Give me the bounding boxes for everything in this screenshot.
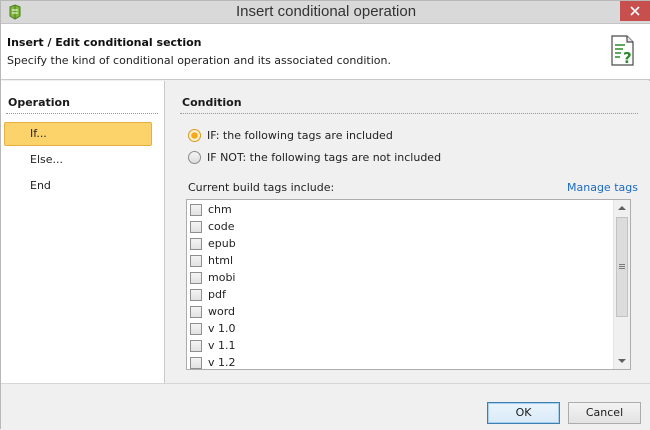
tag-label: chm (208, 203, 232, 216)
tag-checkbox[interactable] (190, 204, 202, 216)
tag-checkbox[interactable] (190, 289, 202, 301)
tag-label: word (208, 305, 236, 318)
conditional-document-icon: ? (608, 34, 638, 68)
tag-checkbox[interactable] (190, 323, 202, 335)
tag-checkbox[interactable] (190, 221, 202, 233)
operation-divider (6, 113, 158, 114)
close-icon (630, 6, 640, 16)
condition-title: Condition (182, 96, 242, 109)
tag-label: mobi (208, 271, 236, 284)
grip-line (619, 266, 625, 267)
tag-label: v 1.2 (208, 356, 236, 369)
tag-list[interactable]: chm code epub html mobi pdf word v 1.0 v… (186, 199, 631, 370)
condition-panel: Condition IF: the following tags are inc… (166, 81, 650, 383)
tag-label: pdf (208, 288, 226, 301)
tag-label: html (208, 254, 234, 267)
tag-label: v 1.0 (208, 322, 236, 335)
grip-line (619, 268, 625, 269)
scroll-up-button[interactable] (614, 200, 630, 216)
condition-divider (180, 113, 638, 114)
window-title: Insert conditional operation (235, 3, 417, 20)
operation-item-if[interactable]: If... (4, 122, 152, 146)
manage-tags-link[interactable]: Manage tags (567, 181, 638, 194)
tag-checkbox[interactable] (190, 306, 202, 318)
radio-if-not-label: IF NOT: the following tags are not inclu… (207, 151, 442, 164)
radio-button[interactable] (188, 151, 201, 164)
scroll-thumb[interactable] (616, 217, 628, 317)
tag-list-scrollbar[interactable] (613, 200, 630, 369)
operation-item-end[interactable]: End (4, 174, 152, 198)
svg-text:?: ? (623, 49, 632, 67)
tag-checkbox[interactable] (190, 238, 202, 250)
header-title: Insert / Edit conditional section (7, 36, 202, 49)
tag-label: epub (208, 237, 236, 250)
grip-line (619, 264, 625, 265)
radio-if-label: IF: the following tags are included (207, 129, 393, 142)
dialog-footer: OK Cancel (1, 383, 650, 430)
dialog-header: Insert / Edit conditional section Specif… (1, 24, 650, 80)
tag-checkbox[interactable] (190, 357, 202, 369)
operation-title: Operation (8, 96, 70, 109)
operation-item-else[interactable]: Else... (4, 148, 152, 172)
build-tags-label: Current build tags include: (188, 181, 335, 194)
ok-button[interactable]: OK (487, 402, 560, 424)
tag-label: v 1.1 (208, 339, 236, 352)
tag-checkbox[interactable] (190, 340, 202, 352)
tag-label: code (208, 220, 235, 233)
cancel-button[interactable]: Cancel (568, 402, 641, 424)
operation-panel: Operation If... Else... End (1, 81, 165, 383)
header-subtitle: Specify the kind of conditional operatio… (7, 54, 391, 67)
title-bar[interactable]: Insert conditional operation (1, 1, 650, 24)
tag-checkbox[interactable] (190, 255, 202, 267)
radio-button-checked[interactable] (188, 129, 201, 142)
close-button[interactable] (620, 1, 650, 21)
dialog-window: Insert conditional operation Insert / Ed… (0, 0, 650, 430)
scroll-down-button[interactable] (614, 353, 630, 369)
tag-checkbox[interactable] (190, 272, 202, 284)
arrow-down-icon (618, 359, 626, 363)
arrow-up-icon (618, 206, 626, 210)
